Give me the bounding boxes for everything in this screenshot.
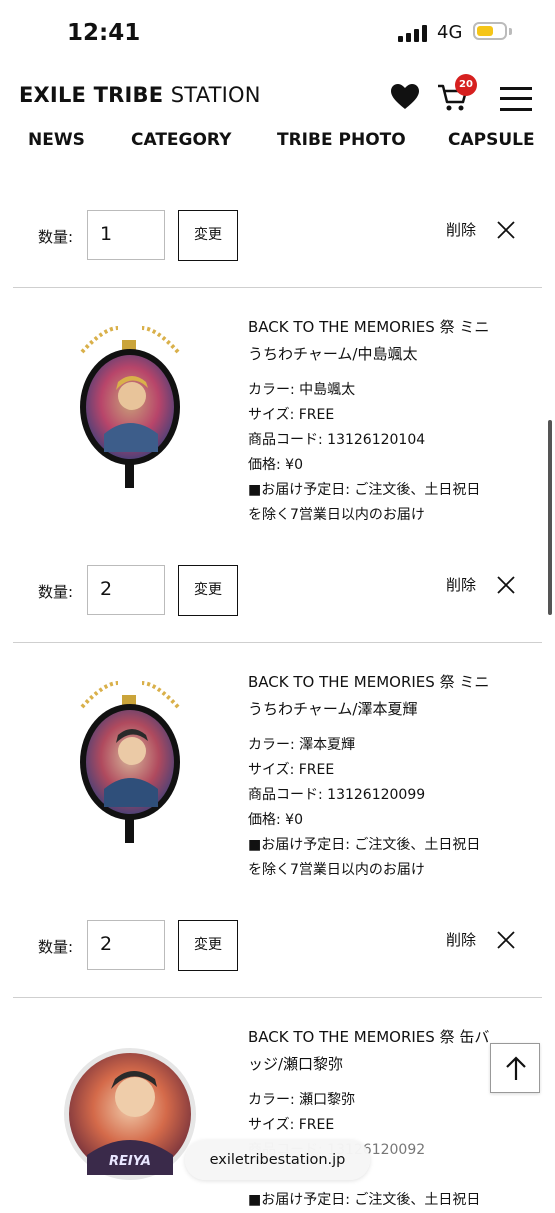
change-button[interactable]: 変更 <box>178 565 238 616</box>
product-title-line1: BACK TO THE MEMORIES 祭 ミニ <box>248 318 490 336</box>
delivery-note-line2: を除く7営業日以内のお届け <box>248 862 425 878</box>
logo-bold-text: EXILE TRIBE <box>19 83 164 107</box>
product-size: サイズ: FREE <box>248 762 335 778</box>
product-price: 価格: ¥0 <box>248 457 303 473</box>
badge-name-text: REIYA <box>109 1154 151 1169</box>
close-icon[interactable] <box>496 220 516 240</box>
change-button[interactable]: 変更 <box>178 210 238 261</box>
site-logo[interactable]: EXILE TRIBE STATION <box>19 83 261 107</box>
scroll-indicator[interactable] <box>548 420 552 615</box>
delete-label[interactable]: 削除 <box>446 929 476 950</box>
product-price: 価格: ¥0 <box>248 812 303 828</box>
quantity-label: 数量: <box>38 228 74 246</box>
nav-capsule[interactable]: CAPSULE <box>448 130 535 150</box>
network-type: 4G <box>437 22 463 43</box>
product-title-line2: ッジ/瀬口黎弥 <box>248 1055 344 1073</box>
product-image-uchiwa-charm[interactable] <box>74 677 186 843</box>
logo-light-text: STATION <box>170 83 261 107</box>
change-button[interactable]: 変更 <box>178 920 238 971</box>
quantity-input[interactable]: 2 <box>87 565 165 615</box>
product-title-line1: BACK TO THE MEMORIES 祭 ミニ <box>248 673 490 691</box>
nav-tribe-photo[interactable]: TRIBE PHOTO <box>277 130 406 150</box>
product-code: 商品コード: 13126120099 <box>248 787 426 803</box>
product-size: サイズ: FREE <box>248 407 335 423</box>
divider <box>13 997 542 998</box>
delivery-note-line1: ■お届け予定日: ご注文後、土日祝日 <box>248 482 481 498</box>
product-image-uchiwa-charm[interactable] <box>74 322 186 488</box>
quantity-input[interactable]: 1 <box>87 210 165 260</box>
battery-icon <box>473 22 507 40</box>
product-color: カラー: 中島颯太 <box>248 382 356 398</box>
product-color: カラー: 澤本夏輝 <box>248 737 356 753</box>
product-size: サイズ: FREE <box>248 1117 335 1133</box>
product-title-line2: うちわチャーム/澤本夏輝 <box>248 700 418 718</box>
hamburger-menu-icon[interactable] <box>500 87 532 111</box>
quantity-input[interactable]: 2 <box>87 920 165 970</box>
product-title-line2: うちわチャーム/中島颯太 <box>248 345 418 363</box>
product-title[interactable]: BACK TO THE MEMORIES 祭 缶バ ッジ/瀬口黎弥 <box>248 1024 518 1078</box>
signal-icon <box>398 25 427 42</box>
heart-icon[interactable] <box>391 84 419 110</box>
divider <box>13 642 542 643</box>
status-time: 12:41 <box>67 20 141 46</box>
divider <box>13 287 542 288</box>
product-details: カラー: 中島颯太 サイズ: FREE 商品コード: 13126120104 価… <box>248 378 538 528</box>
product-image-can-badge[interactable]: REIYA <box>63 1047 197 1181</box>
product-details: カラー: 澤本夏輝 サイズ: FREE 商品コード: 13126120099 価… <box>248 733 538 883</box>
product-code: 商品コード: 13126120104 <box>248 432 426 448</box>
close-icon[interactable] <box>496 575 516 595</box>
delete-label[interactable]: 削除 <box>446 219 476 240</box>
quantity-label: 数量: <box>38 583 74 601</box>
nav-news[interactable]: NEWS <box>28 130 85 150</box>
battery-tip <box>509 28 512 35</box>
delivery-note-line1: ■お届け予定日: ご注文後、土日祝日 <box>248 837 481 853</box>
quantity-label: 数量: <box>38 938 74 956</box>
close-icon[interactable] <box>496 930 516 950</box>
arrow-up-icon <box>506 1056 526 1080</box>
product-title-line1: BACK TO THE MEMORIES 祭 缶バ <box>248 1028 490 1046</box>
cart-count-badge: 20 <box>455 74 477 96</box>
browser-url-bar[interactable]: exiletribestation.jp <box>185 1140 370 1180</box>
product-title[interactable]: BACK TO THE MEMORIES 祭 ミニ うちわチャーム/中島颯太 <box>248 314 518 368</box>
delivery-note-line2: を除く7営業日以内のお届け <box>248 507 425 523</box>
back-to-top-button[interactable] <box>490 1043 540 1093</box>
delivery-note-line1: ■お届け予定日: ご注文後、土日祝日 <box>248 1192 481 1208</box>
product-title[interactable]: BACK TO THE MEMORIES 祭 ミニ うちわチャーム/澤本夏輝 <box>248 669 518 723</box>
delete-label[interactable]: 削除 <box>446 574 476 595</box>
nav-category[interactable]: CATEGORY <box>131 130 231 150</box>
